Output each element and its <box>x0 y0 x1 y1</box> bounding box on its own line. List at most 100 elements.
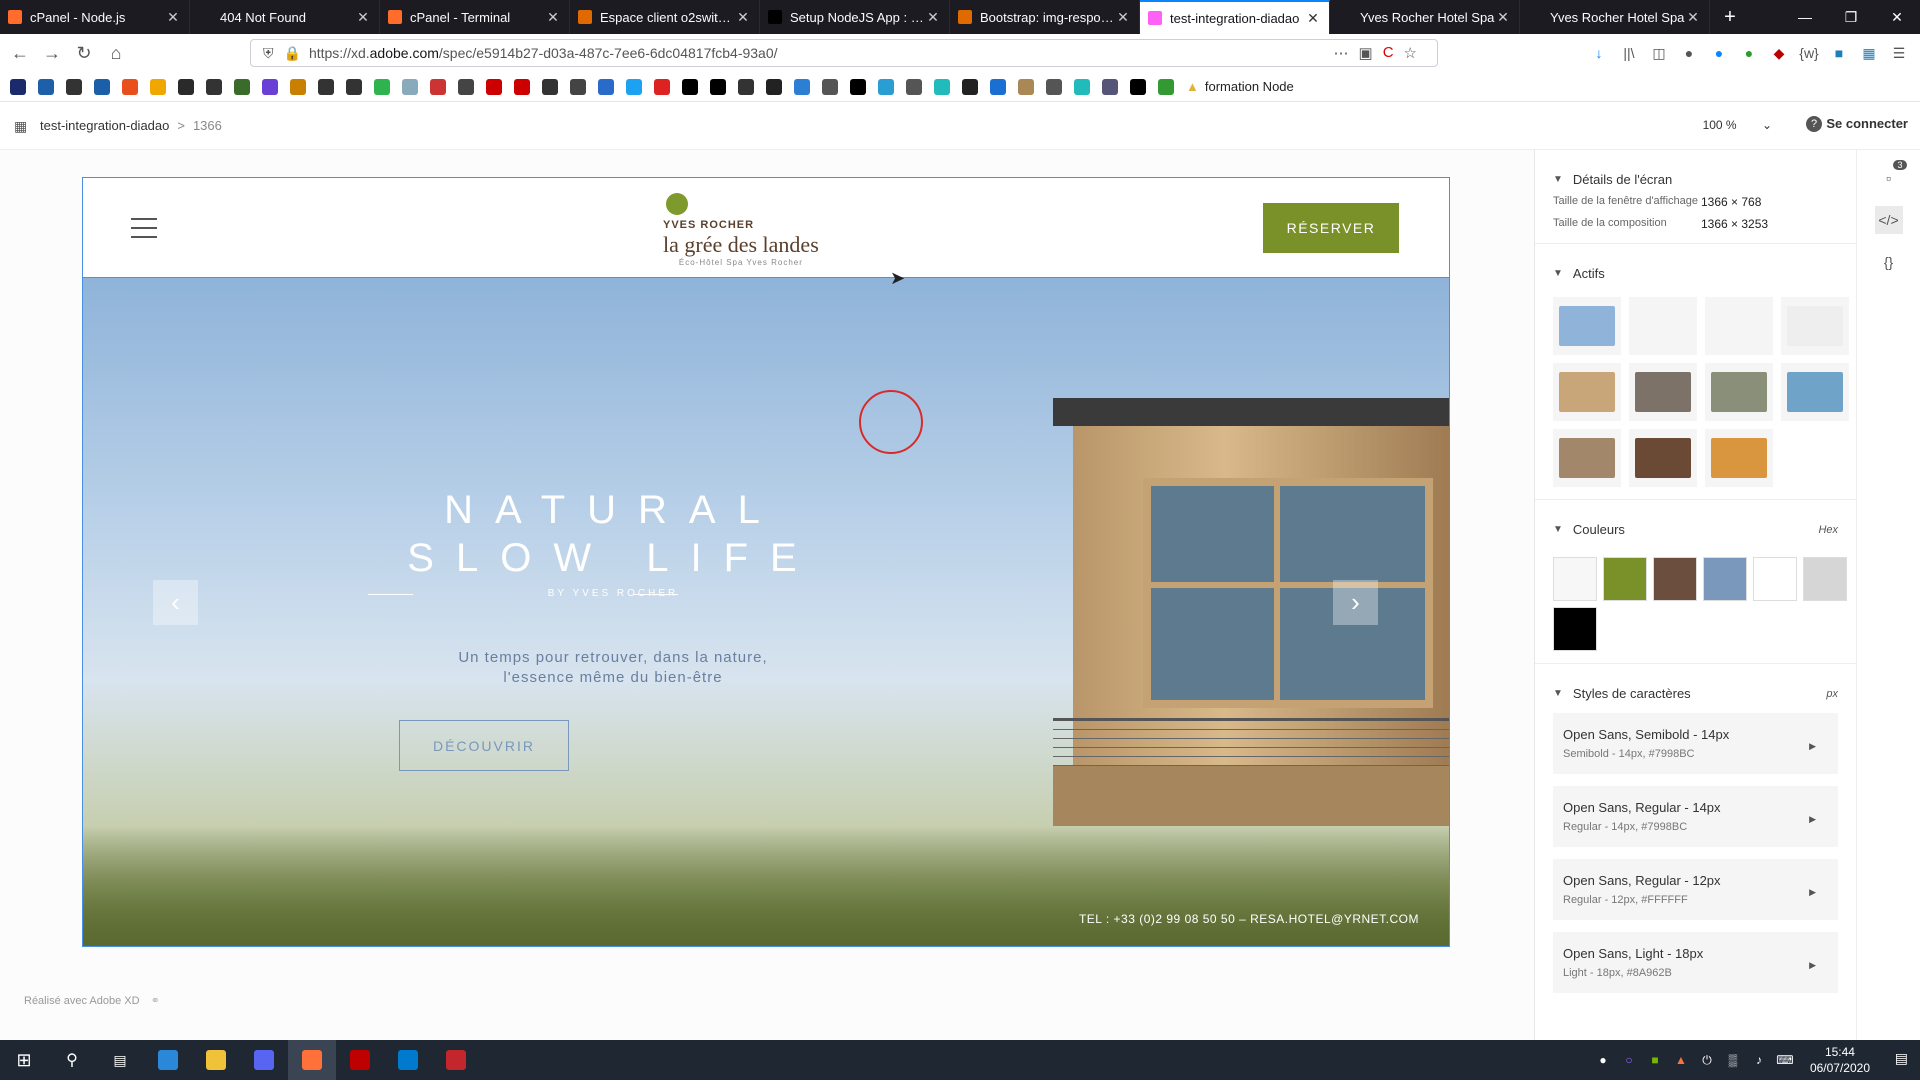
browser-tab[interactable]: Yves Rocher Hotel Spa ✕ <box>1330 0 1520 34</box>
asset-thumbnail[interactable] <box>1553 363 1621 421</box>
taskbar-app-icon[interactable] <box>240 1040 288 1080</box>
bookmark-favicon-icon[interactable] <box>66 78 82 95</box>
asset-thumbnail[interactable] <box>1705 429 1773 487</box>
browser-tab[interactable]: Setup NodeJS App : Dép ✕ <box>760 0 950 34</box>
reserve-button[interactable]: RÉSERVER <box>1263 203 1399 253</box>
assets-header[interactable]: ▼ Actifs <box>1553 266 1838 281</box>
browser-tab[interactable]: cPanel - Node.js ✕ <box>0 0 190 34</box>
zoom-select[interactable]: 100 % ⌄ <box>1703 118 1772 132</box>
bookmark-favicon-icon[interactable] <box>934 78 950 95</box>
extension-icon[interactable]: ● <box>1708 43 1730 63</box>
more-actions-icon[interactable]: ⋯ <box>1334 44 1349 62</box>
browser-tab[interactable]: Espace client o2switch - ✕ <box>570 0 760 34</box>
browser-tab[interactable]: 404 Not Found ✕ <box>190 0 380 34</box>
color-swatch[interactable] <box>1803 557 1847 601</box>
bookmark-favicon-icon[interactable] <box>598 78 614 95</box>
tab-close-icon[interactable]: ✕ <box>1685 9 1701 26</box>
url-bar[interactable]: ⛨ 🔒 https://xd. adobe.com/spec/e5914b27-d… <box>250 39 1438 67</box>
notifications-icon[interactable]: ▤ <box>1895 1050 1908 1067</box>
bookmark-favicon-icon[interactable] <box>766 78 782 95</box>
bookmark-favicon-icon[interactable] <box>906 78 922 95</box>
library-icon[interactable]: ||\ <box>1618 43 1640 63</box>
asset-thumbnail[interactable] <box>1781 363 1849 421</box>
tab-close-icon[interactable]: ✕ <box>545 9 561 26</box>
asset-thumbnail[interactable] <box>1629 297 1697 355</box>
character-style-item[interactable]: Open Sans, Regular - 12px Regular - 12px,… <box>1553 859 1838 920</box>
bookmark-favicon-icon[interactable] <box>626 78 642 95</box>
home-icon[interactable]: ⌂ <box>100 37 132 69</box>
code-icon[interactable]: </> <box>1874 206 1903 234</box>
color-swatch[interactable] <box>1703 557 1747 601</box>
bookmark-favicon-icon[interactable] <box>822 78 838 95</box>
grid-icon[interactable]: ▦ <box>14 118 27 135</box>
bookmark-favicon-icon[interactable] <box>486 78 502 95</box>
bookmark-favicon-icon[interactable] <box>962 78 978 95</box>
taskbar-app-icon[interactable] <box>144 1040 192 1080</box>
asset-thumbnail[interactable] <box>1705 363 1773 421</box>
close-window-icon[interactable]: ✕ <box>1874 0 1920 34</box>
nvidia-icon[interactable]: ■ <box>1646 1053 1664 1067</box>
color-swatch[interactable] <box>1553 607 1597 651</box>
bookmark-favicon-icon[interactable] <box>430 78 446 95</box>
refresh-ext-icon[interactable]: C <box>1383 44 1394 62</box>
taskbar-app-icon[interactable] <box>288 1040 336 1080</box>
browser-tab[interactable]: Bootstrap: img-responsi ✕ <box>950 0 1140 34</box>
task-view-icon[interactable]: ▤ <box>96 1040 144 1080</box>
download-icon[interactable]: ↓ <box>1588 43 1610 63</box>
tab-close-icon[interactable]: ✕ <box>735 9 751 26</box>
browser-tab[interactable]: test-integration-diadao ✕ <box>1140 0 1330 34</box>
bookmark-favicon-icon[interactable] <box>374 78 390 95</box>
comments-icon[interactable]: ▫ 3 <box>1875 160 1907 192</box>
power-icon[interactable]: ⏻ <box>1698 1053 1716 1068</box>
bookmark-favicon-icon[interactable] <box>514 78 530 95</box>
bookmark-favicon-icon[interactable] <box>458 78 474 95</box>
start-icon[interactable]: ⊞ <box>0 1040 48 1080</box>
bookmark-favicon-icon[interactable] <box>542 78 558 95</box>
flame-icon[interactable]: ▲ <box>1672 1053 1690 1067</box>
forward-icon[interactable]: → <box>36 37 68 69</box>
bookmark-favicon-icon[interactable] <box>710 78 726 95</box>
asset-thumbnail[interactable] <box>1781 297 1849 355</box>
bookmark-favicon-icon[interactable] <box>682 78 698 95</box>
asset-thumbnail[interactable] <box>1705 297 1773 355</box>
taskbar-app-icon[interactable] <box>192 1040 240 1080</box>
volume-icon[interactable]: ♪ <box>1750 1053 1768 1067</box>
color-swatch[interactable] <box>1603 557 1647 601</box>
bookmark-favicon-icon[interactable] <box>1046 78 1062 95</box>
tray-app-icon[interactable]: ○ <box>1620 1053 1638 1067</box>
tab-close-icon[interactable]: ✕ <box>1305 10 1321 27</box>
bookmark-favicon-icon[interactable] <box>1102 78 1118 95</box>
bookmark-star-icon[interactable]: ☆ <box>1404 44 1417 62</box>
breadcrumb-root[interactable]: test-integration-diadao <box>40 118 169 133</box>
carousel-prev-icon[interactable]: ‹ <box>153 580 198 625</box>
bookmark-favicon-icon[interactable] <box>1158 78 1174 95</box>
bookmark-favicon-icon[interactable] <box>1130 78 1146 95</box>
site-logo[interactable]: YVES ROCHER la grée des landes Éco-Hôtel… <box>663 193 819 267</box>
clock[interactable]: 15:44 06/07/2020 <box>1810 1044 1870 1076</box>
character-style-item[interactable]: Open Sans, Light - 18px Light - 18px, #8A… <box>1553 932 1838 993</box>
bookmark-favicon-icon[interactable] <box>794 78 810 95</box>
bookmark-favicon-icon[interactable] <box>1018 78 1034 95</box>
color-swatch[interactable] <box>1553 557 1597 601</box>
bookmark-folder-formation-node[interactable]: ▲ formation Node <box>1186 79 1294 94</box>
braces-icon[interactable]: {} <box>1875 248 1903 276</box>
network-icon[interactable]: ▒ <box>1724 1053 1742 1067</box>
bookmark-favicon-icon[interactable] <box>122 78 138 95</box>
bookmark-favicon-icon[interactable] <box>234 78 250 95</box>
browser-tab[interactable]: cPanel - Terminal ✕ <box>380 0 570 34</box>
tab-close-icon[interactable]: ✕ <box>165 9 181 26</box>
character-styles-header[interactable]: ▼ Styles de caractères px <box>1553 686 1838 701</box>
taskbar-app-icon[interactable] <box>432 1040 480 1080</box>
sidebar-icon[interactable]: ◫ <box>1648 43 1670 63</box>
color-format-toggle[interactable]: Hex <box>1818 524 1838 536</box>
browser-tab[interactable]: Yves Rocher Hotel Spa ✕ <box>1520 0 1710 34</box>
help-icon[interactable]: ? <box>1806 116 1822 132</box>
minimize-icon[interactable]: — <box>1782 0 1828 34</box>
colors-header[interactable]: ▼ Couleurs Hex <box>1553 522 1838 537</box>
discord-tray-icon[interactable]: ● <box>1594 1053 1612 1067</box>
extension-braces-icon[interactable]: {w} <box>1798 43 1820 63</box>
account-icon[interactable]: ● <box>1678 43 1700 63</box>
extensions-puzzle-icon[interactable]: ▦ <box>1858 43 1880 63</box>
unit-toggle[interactable]: px <box>1826 688 1838 700</box>
bookmark-favicon-icon[interactable] <box>206 78 222 95</box>
